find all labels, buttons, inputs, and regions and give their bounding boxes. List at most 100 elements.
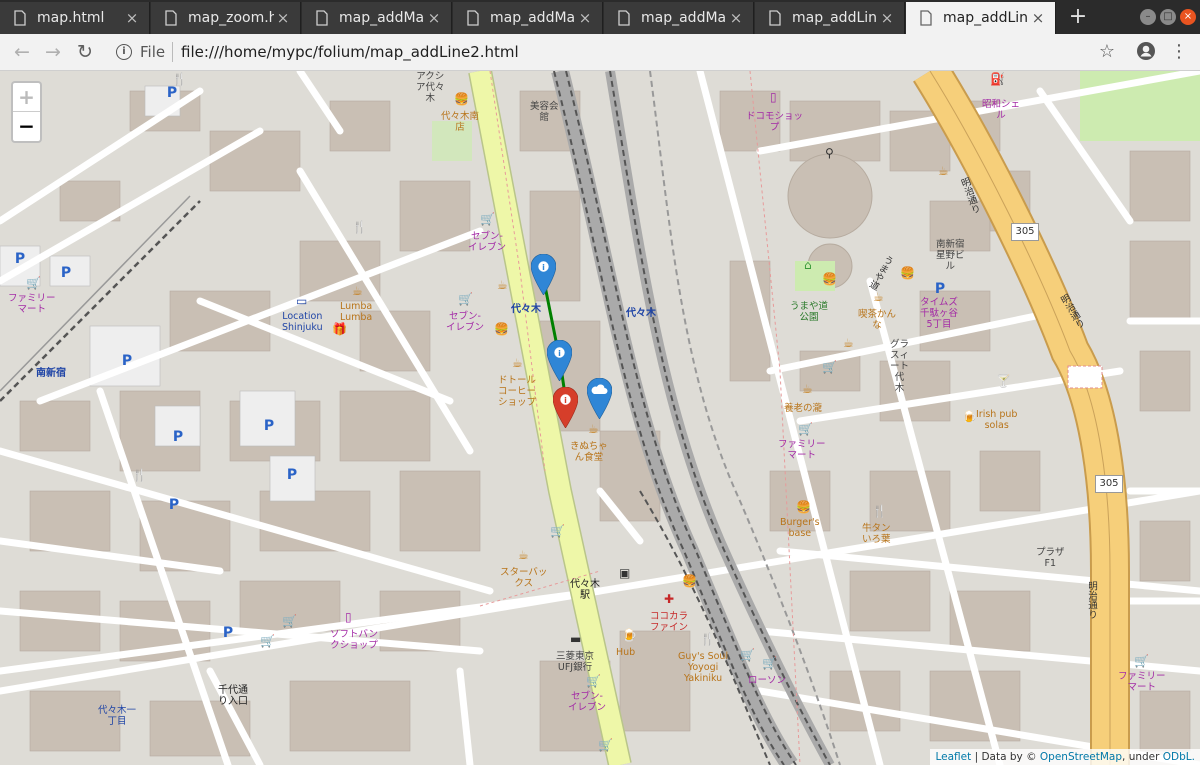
map-label: 養老の瀧 xyxy=(784,403,823,414)
address-toolbar: ← → ↻ i File file:///home/mypc/folium/ma… xyxy=(0,34,1200,71)
tab-2[interactable]: map_addMa × xyxy=(302,2,452,34)
map-label: ファミリー マート xyxy=(8,293,56,315)
map-label: 喫茶かんな xyxy=(858,309,897,331)
tab-bar: map.html × map_zoom.h × map_addMa × map_… xyxy=(0,0,1200,34)
convenience-store-icon: 🛒 xyxy=(740,648,755,662)
restaurant-icon: 🍴 xyxy=(700,632,715,646)
back-icon[interactable]: ← xyxy=(10,40,34,64)
parking-icon: P xyxy=(172,429,184,445)
map-container[interactable]: + − P P P P P P P P P P 305 305 🍴 🍔 ▯ ⛽ … xyxy=(0,71,1200,765)
map-label: スターバッ クス xyxy=(500,567,548,589)
cafe-icon: ☕ xyxy=(843,336,854,350)
cafe-icon: ☕ xyxy=(802,382,813,396)
osm-link[interactable]: OpenStreetMap xyxy=(1040,751,1122,763)
profile-icon[interactable] xyxy=(1135,41,1157,63)
fastfood-icon: 🍔 xyxy=(494,322,509,336)
tab-label: map.html xyxy=(37,10,105,26)
tab-label: map_addLin xyxy=(943,10,1029,26)
url-divider xyxy=(172,42,173,62)
map-label: Location Shinjuku xyxy=(282,311,323,333)
parking-icon: P xyxy=(14,251,26,267)
tab-label: map_addMa xyxy=(339,10,425,26)
reload-icon[interactable]: ↻ xyxy=(73,40,97,64)
close-icon[interactable]: × xyxy=(123,9,141,27)
map-label: セブン- イレブン xyxy=(446,311,485,333)
map-label: ソフトバン クショップ xyxy=(330,629,378,651)
map-label: 三菱東京 UFJ銀行 xyxy=(556,651,595,673)
map-label: 千代通 り入口 xyxy=(218,685,248,707)
station-label: 代々木 xyxy=(511,304,541,315)
zoom-in-button[interactable]: + xyxy=(13,83,40,112)
close-window-icon[interactable]: × xyxy=(1180,9,1196,25)
document-icon xyxy=(618,10,630,26)
convenience-store-icon: 🛒 xyxy=(822,360,837,374)
attribution-text: | Data by © xyxy=(971,751,1040,763)
attribution-text: , under xyxy=(1122,751,1163,763)
address-bar[interactable]: file:///home/mypc/folium/map_addLine2.ht… xyxy=(181,43,519,61)
forward-icon[interactable]: → xyxy=(41,40,65,64)
playground-icon: ⌂ xyxy=(804,258,812,272)
convenience-store-icon: 🛒 xyxy=(598,738,613,752)
cafe-icon: ☕ xyxy=(497,278,508,292)
map-label: Hub xyxy=(616,647,636,658)
close-icon[interactable]: × xyxy=(727,9,745,27)
convenience-store-icon: 🛒 xyxy=(798,422,813,436)
parking-icon: P xyxy=(934,281,946,297)
close-icon[interactable]: × xyxy=(1029,9,1047,27)
tab-3[interactable]: map_addMa × xyxy=(453,2,603,34)
convenience-store-icon: 🛒 xyxy=(260,634,275,648)
minimize-icon[interactable]: – xyxy=(1140,9,1156,25)
mobile-phone-icon: ▯ xyxy=(345,610,352,624)
svg-text:i: i xyxy=(542,263,545,272)
info-marker-red[interactable]: i xyxy=(553,387,578,428)
parking-icon: P xyxy=(60,265,72,281)
map-label: ローソン xyxy=(748,675,787,686)
map-label: ドコモショップ xyxy=(746,111,804,133)
odbl-link[interactable]: ODbL. xyxy=(1163,751,1195,763)
map-label: 美容会館 xyxy=(530,101,559,123)
tab-0[interactable]: map.html × xyxy=(0,2,150,34)
atm-icon: ▣ xyxy=(619,566,631,580)
info-marker-2[interactable]: i xyxy=(547,340,572,381)
office-icon: ▭ xyxy=(296,294,308,308)
tower-icon: ⚲ xyxy=(825,146,834,160)
map-label: ドトール コーヒー ショップ xyxy=(498,375,537,408)
tab-4[interactable]: map_addMa × xyxy=(604,2,754,34)
tab-6-active[interactable]: map_addLin × xyxy=(906,2,1056,34)
document-icon xyxy=(920,10,932,26)
cafe-icon: ☕ xyxy=(588,422,599,436)
pub-icon: 🍺 xyxy=(962,410,977,424)
map-label: きぬちゃ ん食堂 xyxy=(570,441,608,463)
cloud-marker[interactable] xyxy=(587,378,612,419)
info-icon[interactable]: i xyxy=(116,44,132,60)
tab-1[interactable]: map_zoom.h × xyxy=(151,2,301,34)
close-icon[interactable]: × xyxy=(576,9,594,27)
document-icon xyxy=(165,10,177,26)
map-label: プラザ F1 xyxy=(1036,547,1065,569)
station-label: 代々木駅 xyxy=(570,579,600,601)
map-label: ファミリー マート xyxy=(1118,671,1166,693)
map-label: タイムズ 千駄ヶ谷 5丁目 xyxy=(920,297,959,330)
close-icon[interactable]: × xyxy=(274,9,292,27)
road-label: 明治通り xyxy=(1086,581,1097,619)
map-label: セブン- イレブン xyxy=(468,231,507,253)
leaflet-link[interactable]: Leaflet xyxy=(935,751,971,763)
map-label: アクシ ア代々木 xyxy=(416,71,445,104)
document-icon xyxy=(467,10,479,26)
bank-icon: ▬ xyxy=(570,632,582,646)
close-icon[interactable]: × xyxy=(425,9,443,27)
fastfood-icon: 🍔 xyxy=(682,574,697,588)
close-icon[interactable]: × xyxy=(878,9,896,27)
maximize-icon[interactable]: □ xyxy=(1160,9,1176,25)
tab-5[interactable]: map_addLin × xyxy=(755,2,905,34)
parking-icon: P xyxy=(166,85,178,101)
route-shield-305: 305 xyxy=(1011,223,1039,241)
bookmark-star-icon[interactable]: ☆ xyxy=(1096,41,1118,63)
tab-label: map_zoom.h xyxy=(188,10,274,26)
map-label: Guy's Soul Yoyogi Yakiniku xyxy=(678,651,729,684)
menu-icon[interactable]: ⋮ xyxy=(1168,41,1190,63)
zoom-out-button[interactable]: − xyxy=(13,112,40,141)
new-tab-button[interactable]: + xyxy=(1064,4,1092,30)
convenience-store-icon: 🛒 xyxy=(26,276,41,290)
info-marker-1[interactable]: i xyxy=(531,254,556,295)
